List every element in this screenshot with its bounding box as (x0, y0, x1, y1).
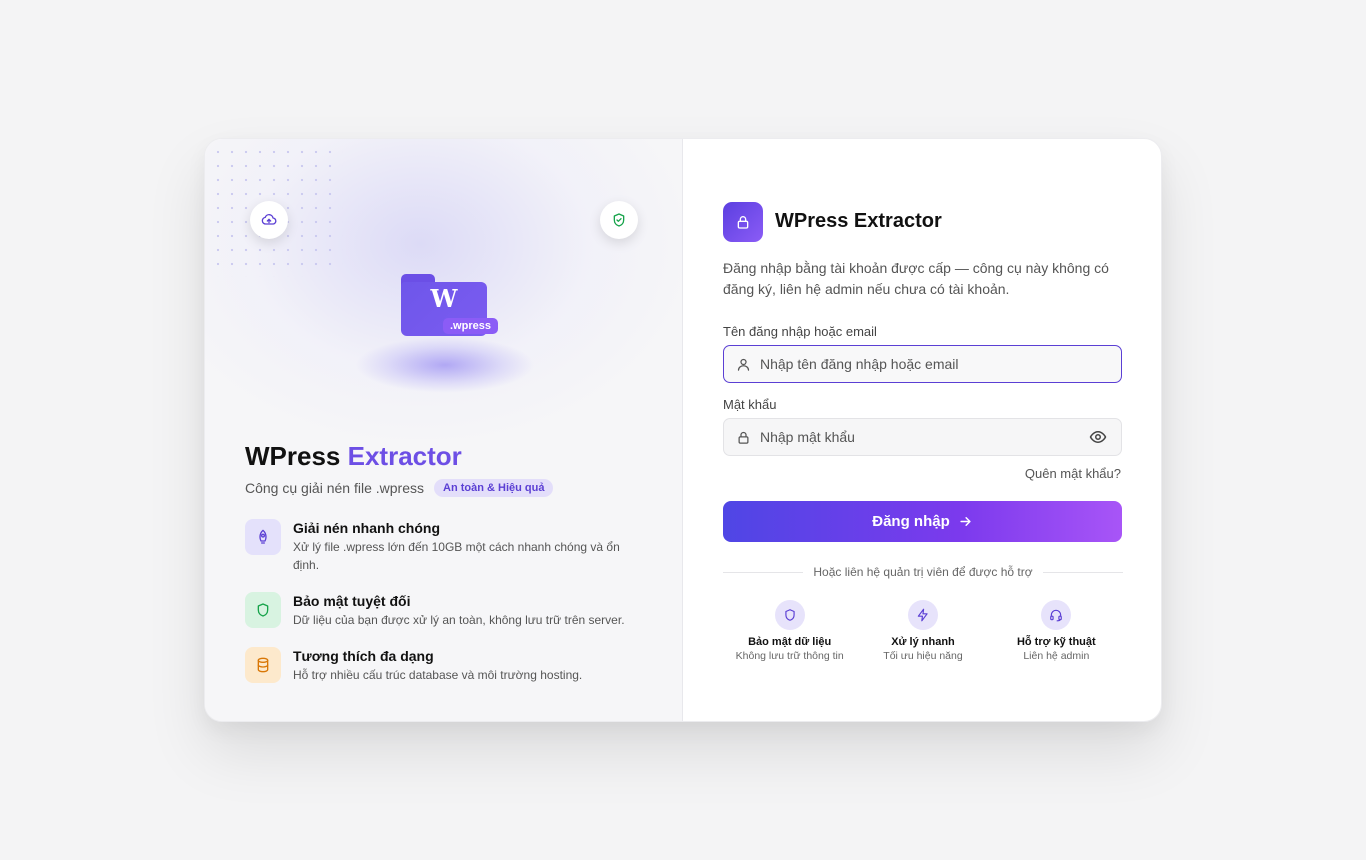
shield-icon (774, 600, 805, 630)
user-icon (736, 357, 751, 372)
feature-desc: Hỗ trợ nhiều cấu trúc database và môi tr… (293, 668, 583, 682)
login-card: W .wpress WPress Extractor Công cụ giải … (204, 138, 1162, 722)
support-desc: Tối ưu hiệu năng (883, 650, 963, 662)
feature-desc: Xử lý file .wpress lớn đến 10GB một cách… (293, 540, 620, 572)
app-title: WPress Extractor (775, 210, 942, 232)
hero-badge: An toàn & Hiệu quả (434, 479, 554, 497)
password-label: Mật khẩu (723, 397, 777, 412)
feature-item: Bảo mật tuyệt đối Dữ liệu của bạn được x… (245, 592, 645, 629)
support-desc: Không lưu trữ thông tin (735, 650, 844, 662)
lock-logo-icon (723, 202, 763, 242)
login-button-label: Đăng nhập (872, 513, 950, 530)
support-title: Hỗ trợ kỹ thuật (1016, 636, 1096, 648)
support-title: Bảo mật dữ liệu (748, 636, 832, 648)
support-item: Bảo mật dữ liệu Không lưu trữ thông tin (723, 600, 856, 662)
username-label: Tên đăng nhập hoặc email (723, 324, 877, 339)
password-placeholder[interactable]: Nhập mật khẩu (760, 429, 1080, 445)
folder-ext-badge: .wpress (443, 318, 498, 334)
wpress-folder-illustration: W .wpress (355, 269, 535, 399)
feature-desc: Dữ liệu của bạn được xử lý an toàn, khôn… (293, 613, 625, 627)
headset-icon (1041, 600, 1072, 630)
feature-item: Giải nén nhanh chóng Xử lý file .wpress … (245, 519, 645, 574)
lock-icon (736, 430, 751, 445)
login-panel: WPress Extractor Đăng nhập bằng tài khoả… (683, 139, 1161, 721)
support-list: Bảo mật dữ liệu Không lưu trữ thông tin … (723, 600, 1123, 662)
feature-list: Giải nén nhanh chóng Xử lý file .wpress … (245, 519, 645, 702)
hero-subtitle-row: Công cụ giải nén file .wpress An toàn & … (245, 479, 554, 497)
feature-title: Giải nén nhanh chóng (293, 520, 440, 536)
rocket-icon (245, 519, 281, 555)
login-button[interactable]: Đăng nhập (723, 501, 1122, 542)
divider-text: Hoặc liên hệ quản trị viên để được hỗ tr… (813, 565, 1033, 579)
forgot-password-link[interactable]: Quên mật khẩu? (1025, 466, 1121, 481)
folder-letter: W (430, 284, 458, 313)
hero-title-accent: Extractor (347, 441, 462, 471)
support-desc: Liên hệ admin (1023, 650, 1090, 662)
hero-subtitle: Công cụ giải nén file .wpress (245, 480, 424, 496)
divider-line (723, 571, 804, 573)
eye-icon[interactable] (1089, 428, 1109, 446)
shield-icon (245, 592, 281, 628)
arrow-right-icon (958, 514, 973, 529)
lightning-icon (907, 600, 938, 630)
username-field[interactable]: Nhập tên đăng nhập hoặc email (723, 345, 1122, 383)
shield-check-icon (600, 201, 638, 239)
feature-item: Tương thích đa dạng Hỗ trợ nhiều cấu trú… (245, 647, 645, 684)
support-item: Xử lý nhanh Tối ưu hiệu năng (856, 600, 989, 662)
support-item: Hỗ trợ kỹ thuật Liên hệ admin (990, 600, 1123, 662)
hero-title-main: WPress (245, 441, 341, 471)
login-intro: Đăng nhập bằng tài khoản được cấp — công… (723, 260, 1109, 297)
hero-title: WPress Extractor (245, 441, 462, 472)
feature-title: Tương thích đa dạng (293, 648, 434, 664)
username-placeholder[interactable]: Nhập tên đăng nhập hoặc email (760, 356, 1121, 372)
folder-shadow (355, 337, 535, 393)
feature-title: Bảo mật tuyệt đối (293, 593, 411, 609)
support-title: Xử lý nhanh (891, 636, 955, 648)
divider: Hoặc liên hệ quản trị viên để được hỗ tr… (723, 565, 1124, 579)
password-field[interactable]: Nhập mật khẩu (723, 418, 1122, 456)
database-icon (245, 647, 281, 683)
hero-panel: W .wpress WPress Extractor Công cụ giải … (205, 139, 683, 721)
divider-line (1042, 571, 1124, 573)
cloud-upload-icon (250, 201, 288, 239)
